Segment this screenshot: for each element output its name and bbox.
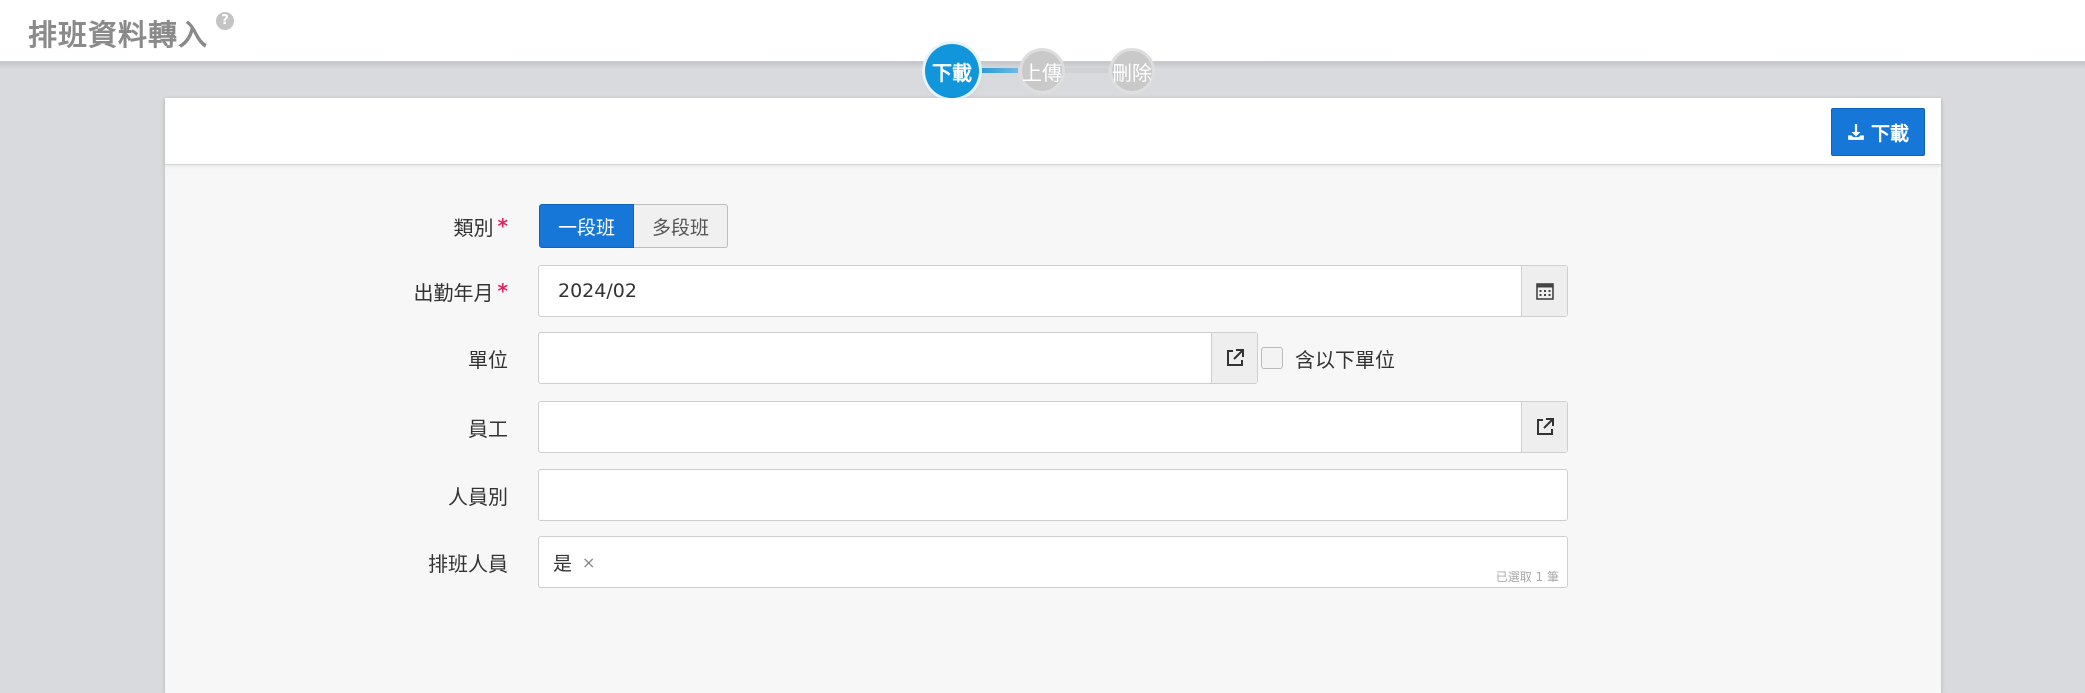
unit-row: 單位 含以下單位 (165, 332, 1941, 384)
selected-tag: 是 × (553, 537, 595, 587)
required-mark: * (497, 279, 508, 303)
unit-picker-button[interactable] (1211, 333, 1257, 383)
panel-toolbar: 下載 (165, 98, 1941, 165)
attendance-month-row: 出勤年月 * 2024/02 (165, 265, 1941, 317)
category-option-multi-shift[interactable]: 多段班 (634, 204, 729, 248)
scheduling-staff-row: 排班人員 是 × 已選取 1 筆 (165, 536, 1941, 588)
help-icon[interactable]: ? (216, 12, 234, 30)
staff-type-row: 人員別 (165, 469, 1941, 521)
include-sub-units-checkbox[interactable] (1261, 347, 1283, 369)
required-mark: * (497, 214, 508, 238)
category-toggle: 一段班 多段班 (539, 204, 729, 248)
staff-type-input[interactable] (538, 469, 1568, 521)
category-row: 類別 * 一段班 多段班 (165, 204, 1941, 248)
scheduling-staff-label: 排班人員 (428, 551, 508, 576)
main-panel: 下載 類別 * 一段班 多段班 出勤年月 * 2024/02 單位 含以下單位 … (165, 98, 1941, 693)
employee-label: 員工 (468, 416, 508, 441)
include-sub-units: 含以下單位 (1261, 332, 1395, 384)
category-option-single-shift[interactable]: 一段班 (539, 204, 635, 248)
external-link-icon (1536, 418, 1554, 435)
page-title: 排班資料轉入 (28, 18, 209, 52)
attendance-month-value: 2024/02 (558, 280, 637, 302)
selected-count-note: 已選取 1 筆 (1495, 570, 1559, 584)
category-label: 類別 * (453, 214, 508, 240)
attendance-month-label: 出勤年月 * (413, 279, 508, 305)
attendance-month-input[interactable]: 2024/02 (538, 265, 1568, 317)
step-delete[interactable]: 刪除 (1109, 48, 1155, 94)
include-sub-units-label: 含以下單位 (1295, 347, 1395, 372)
employee-row: 員工 (165, 401, 1941, 453)
calendar-button[interactable] (1521, 266, 1567, 316)
calendar-icon (1535, 283, 1554, 300)
download-button[interactable]: 下載 (1831, 108, 1925, 156)
employee-input[interactable] (538, 401, 1568, 453)
unit-input[interactable] (538, 332, 1258, 384)
scheduling-staff-select[interactable]: 是 × 已選取 1 筆 (538, 536, 1568, 588)
selected-tag-label: 是 (553, 552, 573, 575)
staff-type-label: 人員別 (448, 484, 508, 509)
download-button-label: 下載 (1870, 122, 1909, 145)
employee-picker-button[interactable] (1521, 402, 1567, 452)
download-icon (1848, 124, 1864, 140)
step-download[interactable]: 下載 (925, 44, 979, 98)
unit-label: 單位 (468, 347, 508, 372)
remove-tag-icon[interactable]: × (582, 553, 595, 572)
step-upload[interactable]: 上傳 (1019, 48, 1065, 94)
external-link-icon (1226, 349, 1244, 366)
